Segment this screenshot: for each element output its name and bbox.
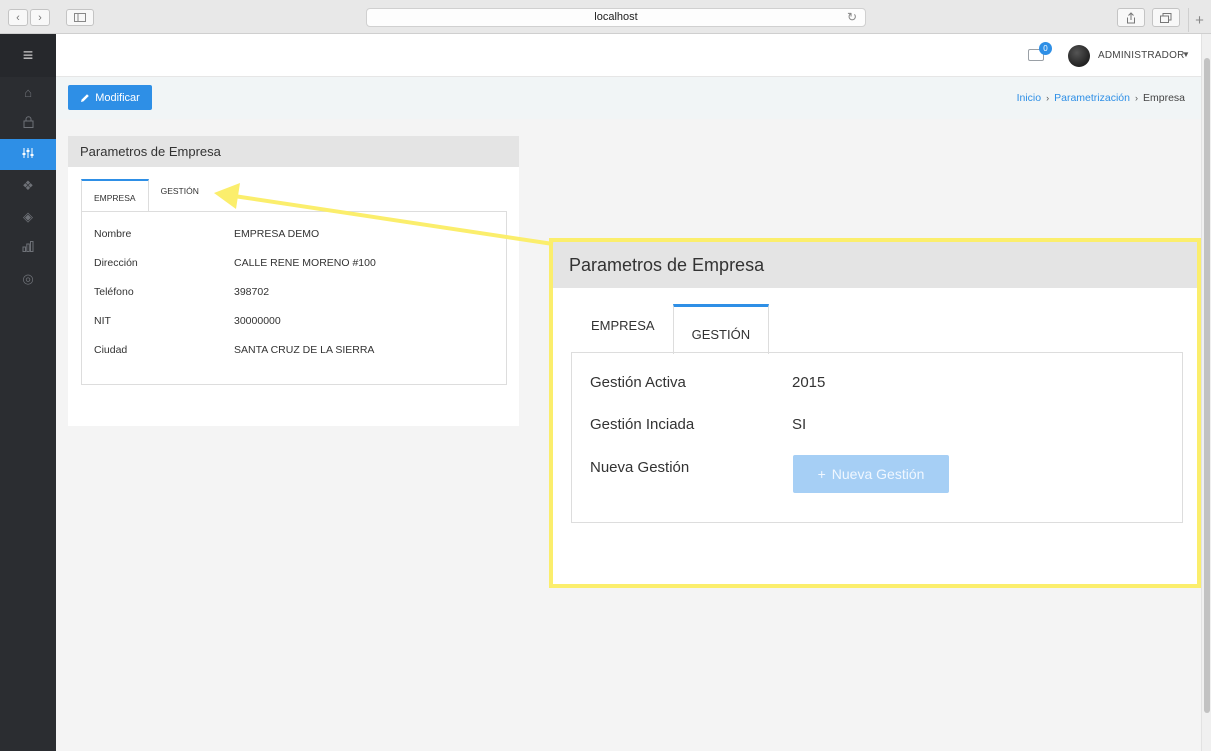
field-row: Gestión Inciada SI: [590, 416, 806, 433]
field-row: Teléfono 398702: [94, 286, 269, 298]
sidebar-item-parametrizacion[interactable]: [0, 139, 56, 170]
pencil-icon: [81, 93, 89, 102]
tabs-icon: [1160, 12, 1172, 23]
field-row: Nueva Gestión: [590, 459, 689, 476]
zoom-callout: Parametros de Empresa EMPRESA GESTIÓN Ge…: [549, 238, 1201, 588]
panel-title: Parametros de Empresa: [68, 136, 519, 167]
tab-empresa[interactable]: EMPRESA: [81, 179, 149, 211]
breadcrumb-current: Empresa: [1142, 92, 1185, 104]
chevron-left-icon: ‹: [16, 11, 20, 24]
chevron-right-icon: ›: [38, 11, 42, 24]
new-gestion-button-label: Nueva Gestión: [831, 466, 925, 482]
field-value: EMPRESA DEMO: [234, 228, 320, 240]
field-label: Gestión Inciada: [590, 416, 695, 433]
new-tab-button[interactable]: +: [1188, 8, 1210, 32]
lock-icon: [23, 116, 34, 131]
breadcrumb-separator: ›: [1134, 93, 1138, 103]
plus-icon: +: [1195, 11, 1204, 29]
sidebar-item-reports[interactable]: [0, 232, 56, 263]
sliders-icon: [22, 147, 34, 162]
sidebar-item-home[interactable]: ⌂: [0, 77, 56, 108]
tab-gestion[interactable]: GESTIÓN: [149, 179, 211, 211]
home-icon: ⌂: [24, 85, 32, 100]
browser-nav-buttons: ‹ ›: [8, 9, 50, 26]
field-value: SANTA CRUZ DE LA SIERRA: [234, 344, 375, 356]
breadcrumb-home-link[interactable]: Inicio: [1017, 92, 1042, 104]
field-value: SI: [792, 416, 807, 433]
field-label: Ciudad: [94, 344, 128, 356]
field-label: Teléfono: [94, 286, 134, 298]
field-label: NIT: [94, 315, 111, 327]
scrollbar-thumb[interactable]: [1204, 58, 1210, 713]
new-gestion-button[interactable]: + Nueva Gestión: [793, 455, 949, 493]
gestion-tab-content: Gestión Activa 2015 Gestión Inciada SI Nue…: [571, 352, 1183, 523]
action-toolbar: Modificar Inicio › Parametrización › Empresa: [56, 77, 1201, 119]
tab-empresa[interactable]: EMPRESA: [573, 304, 673, 354]
address-text: localhost: [594, 11, 638, 23]
tab-gestion[interactable]: GESTIÓN: [672, 304, 770, 354]
layers-icon: ◈: [23, 208, 33, 224]
field-row: NIT 30000000: [94, 315, 281, 327]
field-row: Dirección CALLE RENE MORENO #100: [94, 257, 376, 269]
sidebar-item-layers[interactable]: ◈: [0, 201, 56, 232]
app-sidebar: ≡ ⌂ ❖ ◈ ◎: [0, 34, 56, 751]
field-row: Ciudad SANTA CRUZ DE LA SIERRA: [94, 344, 374, 356]
sidebar-item-security[interactable]: [0, 108, 56, 139]
callout-tabs: EMPRESA GESTIÓN: [573, 304, 770, 354]
field-value: 398702: [234, 286, 270, 298]
page-scrollbar[interactable]: [1201, 34, 1211, 751]
field-value: 2015: [792, 374, 826, 391]
hamburger-icon: ≡: [22, 45, 34, 65]
menu-toggle-button[interactable]: ≡: [0, 34, 56, 77]
notification-badge: 0: [1039, 42, 1052, 55]
modify-button-label: Modificar: [95, 91, 140, 104]
browser-toolbar: ‹ › localhost ↻ +: [0, 0, 1211, 34]
field-label: Nueva Gestión: [590, 459, 690, 476]
field-label: Gestión Activa: [590, 374, 686, 391]
company-params-panel: Parametros de Empresa EMPRESA GESTIÓN No…: [68, 136, 519, 426]
breadcrumb-separator: ›: [1046, 93, 1050, 103]
modify-button[interactable]: Modificar: [68, 85, 152, 110]
field-label: Nombre: [94, 228, 132, 240]
show-tabs-button[interactable]: [1152, 8, 1180, 27]
field-label: Dirección: [94, 257, 138, 269]
chevron-down-icon[interactable]: ▼: [1182, 50, 1190, 59]
sidebar-toggle-icon: [74, 13, 86, 22]
sidebar-toggle-button[interactable]: [66, 9, 94, 26]
field-row: Gestión Activa 2015: [590, 374, 825, 391]
sidebar-item-support[interactable]: ◎: [0, 263, 56, 294]
forward-button[interactable]: ›: [30, 9, 50, 26]
breadcrumb-section-link[interactable]: Parametrización: [1054, 92, 1130, 104]
top-header: 0 ADMINISTRADOR ▼: [56, 34, 1201, 77]
callout-title: Parametros de Empresa: [553, 242, 1197, 288]
panel-tabs: EMPRESA GESTIÓN: [81, 179, 211, 211]
avatar[interactable]: [1068, 45, 1090, 67]
share-button[interactable]: [1117, 8, 1145, 27]
dropbox-icon: ❖: [22, 177, 34, 193]
address-bar[interactable]: localhost ↻: [366, 8, 866, 27]
lifebuoy-icon: ◎: [22, 270, 34, 286]
empresa-tab-content: Nombre EMPRESA DEMO Dirección CALLE RENE M…: [81, 211, 507, 385]
bar-chart-icon: [22, 240, 34, 255]
breadcrumb: Inicio › Parametrización › Empresa: [1017, 92, 1185, 104]
reload-icon[interactable]: ↻: [847, 9, 857, 26]
sidebar-item-dropbox[interactable]: ❖: [0, 170, 56, 201]
user-menu[interactable]: ADMINISTRADOR: [1098, 50, 1185, 61]
back-button[interactable]: ‹: [8, 9, 28, 26]
field-value: 30000000: [234, 315, 281, 327]
field-value: CALLE RENE MORENO #100: [234, 257, 376, 269]
field-row: Nombre EMPRESA DEMO: [94, 228, 319, 240]
plus-icon: +: [817, 466, 826, 482]
share-icon: [1127, 11, 1135, 23]
